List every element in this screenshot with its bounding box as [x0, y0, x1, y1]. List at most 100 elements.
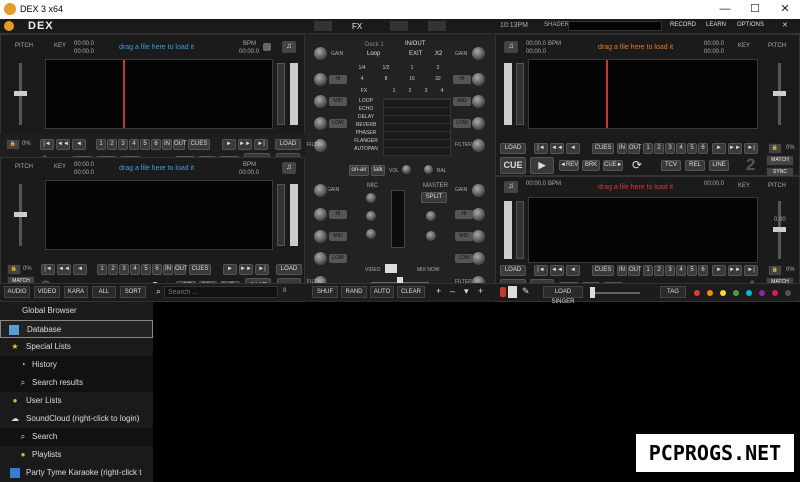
cues-button[interactable]: CUES: [188, 139, 210, 150]
video-toggle[interactable]: [385, 264, 397, 273]
learn-button[interactable]: LEARN: [706, 22, 726, 28]
in-button[interactable]: IN: [617, 265, 627, 276]
fx-slot-2[interactable]: 2: [405, 88, 415, 94]
inout-button[interactable]: IN/OUT: [405, 41, 425, 47]
hotcue-2[interactable]: 2: [654, 143, 664, 154]
reverse-button[interactable]: ◄REV: [559, 160, 579, 171]
loop-size-1-2[interactable]: 1/2: [379, 65, 393, 71]
rewind-button[interactable]: ◄◄: [57, 264, 71, 275]
pitch-slider-thumb[interactable]: [773, 91, 786, 96]
mic-low-knob[interactable]: [365, 228, 377, 240]
fastforward-button[interactable]: ►►: [238, 139, 252, 150]
pitch-slider-thumb[interactable]: [773, 227, 786, 232]
forward-button[interactable]: ►: [223, 264, 237, 275]
mid-knob-left[interactable]: [313, 94, 328, 109]
onair-button[interactable]: on-air: [349, 165, 369, 176]
gain-knob-left-2[interactable]: [313, 183, 328, 198]
pitch-slider-thumb[interactable]: [14, 91, 27, 96]
sidebar-item-search-results[interactable]: ⌕ Search results: [0, 374, 153, 392]
hotcue-5[interactable]: 5: [687, 143, 697, 154]
tab-sampler[interactable]: [390, 21, 408, 31]
match-button[interactable]: MATCH: [766, 155, 794, 166]
mid-button-right-2[interactable]: MID: [455, 232, 473, 241]
sidebar-item-database[interactable]: Database: [0, 320, 153, 338]
fastforward-button[interactable]: ►►: [239, 264, 253, 275]
cue-button[interactable]: CUE: [500, 157, 526, 174]
fx-flanger[interactable]: FLANGER: [351, 138, 381, 144]
loop-size-16[interactable]: 16: [405, 76, 419, 82]
cues-button[interactable]: CUES: [592, 265, 614, 276]
talk-button[interactable]: talk: [371, 165, 385, 176]
waveform[interactable]: [45, 180, 273, 250]
low-button-right-2[interactable]: LOW: [455, 254, 473, 263]
mix-now-label[interactable]: MIX NOW: [417, 267, 440, 273]
jump-start-button[interactable]: |◄: [41, 264, 55, 275]
forward-button[interactable]: ►: [222, 139, 236, 150]
color-tag-pink[interactable]: [772, 290, 778, 296]
filter-kara[interactable]: KARA: [64, 286, 88, 298]
low-button-left-2[interactable]: LOW: [329, 254, 347, 263]
fx-autopan[interactable]: AUTOPAN: [351, 146, 381, 152]
cue-play-button[interactable]: CUE►: [603, 160, 623, 171]
low-button-left[interactable]: LOW: [329, 119, 347, 128]
record-button[interactable]: RECORD: [670, 22, 696, 28]
hi-knob-right-2[interactable]: [471, 207, 486, 222]
hotcue-2[interactable]: 2: [654, 265, 664, 276]
cues-button[interactable]: CUES: [189, 264, 211, 275]
hotcue-1[interactable]: 1: [643, 265, 653, 276]
color-tag-grey[interactable]: [785, 290, 791, 296]
vol-knob[interactable]: [401, 164, 412, 175]
fx-loop[interactable]: LOOP: [351, 98, 381, 104]
filter-video[interactable]: VIDEO: [34, 286, 60, 298]
hotcue-4[interactable]: 4: [129, 139, 139, 150]
hotcue-6[interactable]: 6: [698, 143, 708, 154]
hotcue-6[interactable]: 6: [152, 264, 162, 275]
hotcue-2[interactable]: 2: [108, 264, 118, 275]
fastforward-button[interactable]: ►►: [728, 143, 742, 154]
x2-button[interactable]: X2: [435, 51, 442, 57]
out-button[interactable]: OUT: [173, 139, 187, 150]
exit-button[interactable]: EXIT: [409, 51, 422, 57]
gain-knob-right-2[interactable]: [471, 183, 486, 198]
headphones-icon[interactable]: ♫: [282, 41, 296, 53]
hi-button-right-2[interactable]: HI: [455, 210, 473, 219]
jump-end-button[interactable]: ►|: [255, 264, 269, 275]
volume-fader[interactable]: [516, 201, 524, 259]
hotcue-4[interactable]: 4: [676, 143, 686, 154]
low-button-right[interactable]: LOW: [453, 119, 471, 128]
hotcue-1[interactable]: 1: [96, 139, 106, 150]
mid-button-left[interactable]: MID: [329, 97, 347, 106]
rewind-button[interactable]: ◄◄: [550, 265, 564, 276]
close-button[interactable]: ✕: [770, 0, 800, 19]
gain-knob-right[interactable]: [471, 46, 486, 61]
add-button-2[interactable]: +: [478, 286, 483, 296]
add-button[interactable]: +: [436, 286, 441, 296]
hotcue-1[interactable]: 1: [97, 264, 107, 275]
hotcue-5[interactable]: 5: [687, 265, 697, 276]
sidebar-item-history[interactable]: ◔ History: [0, 356, 153, 374]
lock-button[interactable]: 🔒: [768, 265, 782, 276]
lock-button[interactable]: 🔒: [7, 264, 21, 275]
volume-fader[interactable]: [516, 63, 524, 125]
load-button[interactable]: LOAD: [500, 265, 526, 276]
hi-knob-left[interactable]: [313, 72, 328, 87]
mid-knob-right-2[interactable]: [471, 229, 486, 244]
clear-button[interactable]: CLEAR: [397, 286, 425, 298]
hi-button-right[interactable]: HI: [453, 75, 471, 84]
jump-end-button[interactable]: ►|: [744, 143, 758, 154]
split-button[interactable]: SPLIT: [421, 192, 447, 203]
loop-icon[interactable]: ⟳: [632, 158, 646, 173]
back-button[interactable]: ◄: [566, 265, 580, 276]
load-button[interactable]: LOAD: [276, 264, 302, 275]
lock-button[interactable]: 🔒: [6, 139, 20, 150]
sync-small-icon[interactable]: [263, 43, 271, 51]
waveform[interactable]: [528, 197, 758, 263]
fx-phaser[interactable]: PHASER: [351, 130, 381, 136]
hotcue-5[interactable]: 5: [140, 139, 150, 150]
forward-button[interactable]: ►: [712, 143, 726, 154]
headphones-icon[interactable]: ♫: [282, 162, 296, 174]
list-icon[interactable]: [508, 286, 517, 298]
hotcue-3[interactable]: 3: [119, 264, 129, 275]
mic-icon[interactable]: [500, 287, 506, 297]
mid-knob-left-2[interactable]: [313, 229, 328, 244]
